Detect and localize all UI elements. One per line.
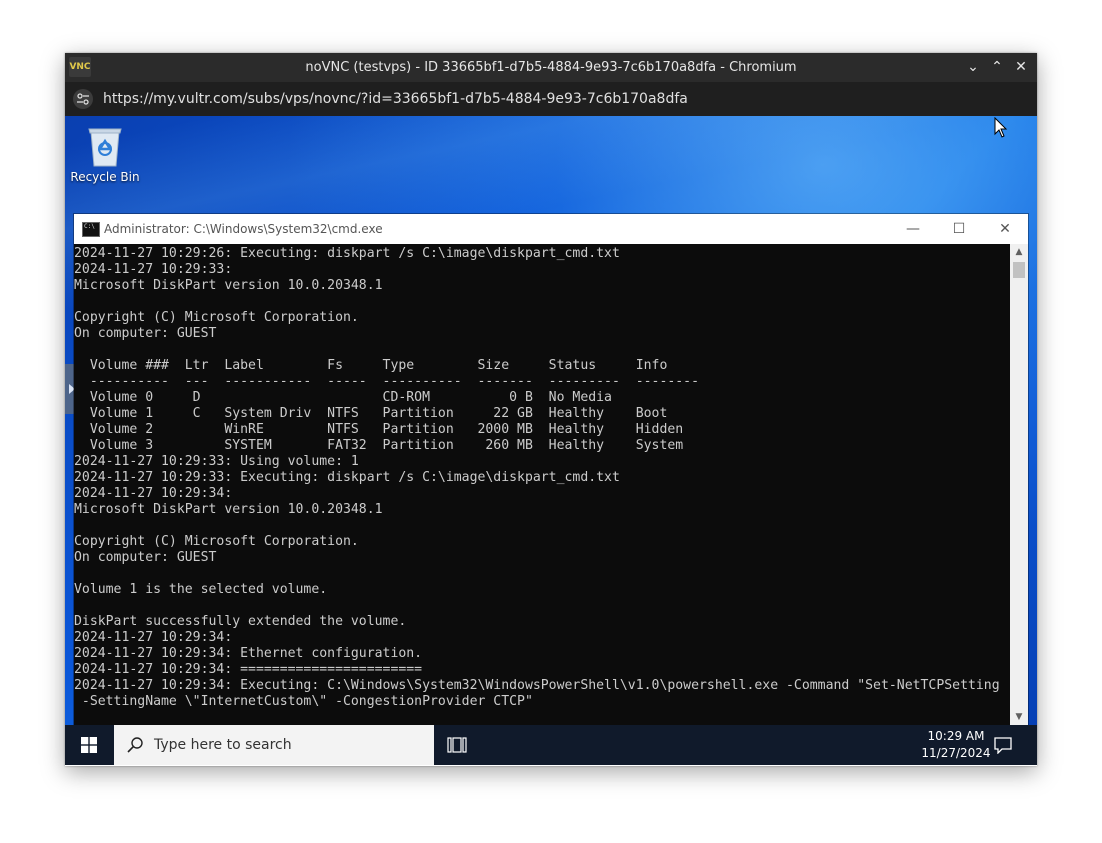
recycle-bin-label: Recycle Bin — [70, 170, 140, 184]
scroll-up-arrow-icon[interactable]: ▲ — [1010, 244, 1028, 260]
site-settings-icon[interactable] — [73, 89, 93, 109]
search-placeholder: Type here to search — [154, 737, 292, 753]
console-scrollbar[interactable]: ▲ ▼ — [1010, 244, 1028, 725]
recycle-bin-shortcut[interactable]: Recycle Bin — [65, 124, 145, 194]
clock-time: 10:29 AM — [927, 729, 985, 743]
search-icon — [127, 737, 143, 753]
console-output[interactable]: 2024-11-27 10:29:26: Executing: diskpart… — [74, 244, 1010, 725]
start-button[interactable] — [65, 725, 113, 765]
notification-center-icon[interactable] — [993, 736, 1013, 754]
cmd-close-button[interactable]: ✕ — [982, 214, 1028, 244]
browser-titlebar[interactable]: VNC noVNC (testvps) - ID 33665bf1-d7b5-4… — [65, 53, 1037, 82]
browser-maximize-button[interactable]: ⌃ — [985, 53, 1009, 82]
clock-date: 11/27/2024 — [921, 746, 991, 760]
cmd-minimize-button[interactable]: — — [890, 214, 936, 244]
scroll-down-arrow-icon[interactable]: ▼ — [1010, 709, 1028, 725]
browser-window-title: noVNC (testvps) - ID 33665bf1-d7b5-4884-… — [305, 60, 797, 75]
cmd-window[interactable]: C:\ Administrator: C:\Windows\System32\c… — [74, 214, 1028, 725]
mouse-pointer-icon — [994, 117, 1008, 138]
cmd-app-icon: C:\ — [82, 222, 100, 237]
windows-taskbar: Type here to search 10:29 AM 11/27/2024 — [65, 725, 1037, 765]
cmd-titlebar[interactable]: C:\ Administrator: C:\Windows\System32\c… — [74, 214, 1028, 244]
taskbar-clock[interactable]: 10:29 AM 11/27/2024 — [911, 728, 1001, 762]
cmd-window-title: Administrator: C:\Windows\System32\cmd.e… — [104, 222, 383, 236]
cmd-maximize-button[interactable]: ☐ — [936, 214, 982, 244]
taskbar-search-box[interactable]: Type here to search — [114, 725, 434, 765]
scrollbar-thumb[interactable] — [1013, 262, 1025, 278]
console-text: 2024-11-27 10:29:26: Executing: diskpart… — [74, 246, 1000, 709]
task-view-icon[interactable] — [447, 735, 467, 755]
browser-address-bar[interactable]: https://my.vultr.com/subs/vps/novnc/?id=… — [65, 82, 1037, 116]
windows-logo-icon — [81, 737, 97, 753]
browser-close-button[interactable]: ✕ — [1009, 53, 1033, 82]
url-text[interactable]: https://my.vultr.com/subs/vps/novnc/?id=… — [103, 82, 688, 116]
recycle-bin-icon — [88, 128, 122, 167]
browser-minimize-button[interactable]: ⌄ — [961, 53, 985, 82]
